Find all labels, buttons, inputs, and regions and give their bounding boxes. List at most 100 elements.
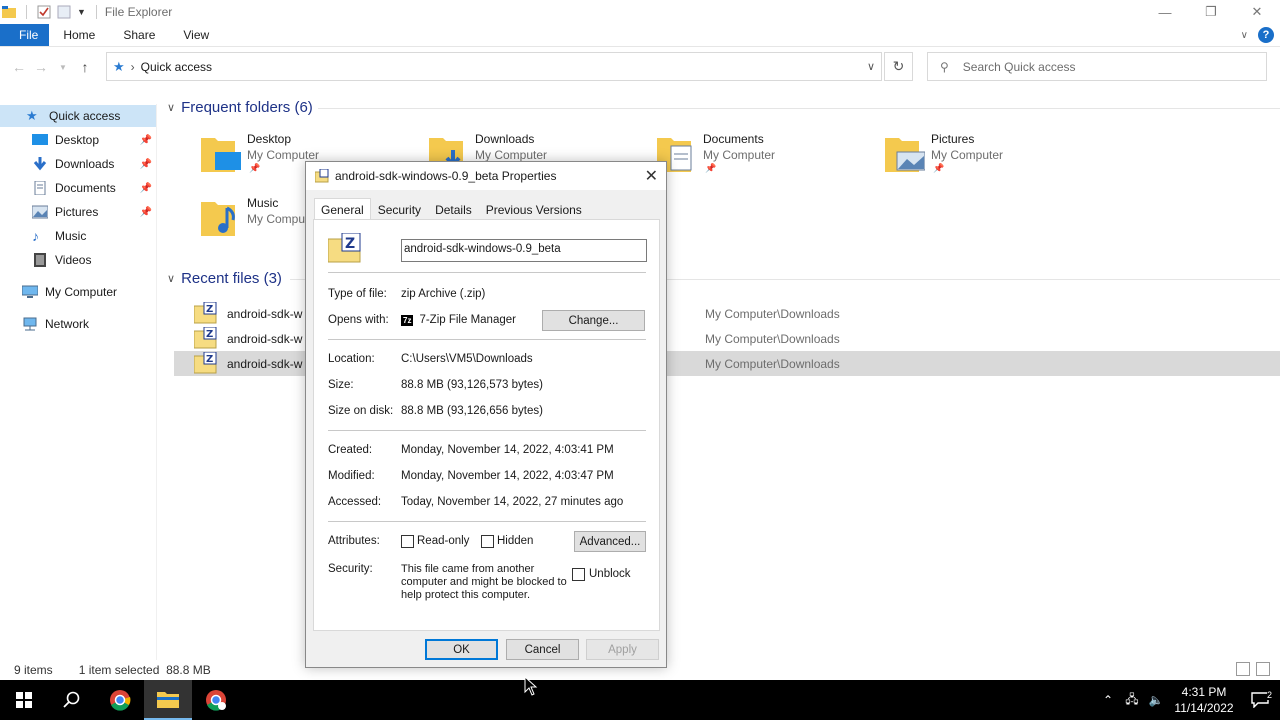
sidebar-item-pictures[interactable]: Pictures 📌 [0, 201, 156, 223]
opens-with-value: 7z 7-Zip File Manager [401, 314, 516, 326]
minimize-icon[interactable]: — [1142, 0, 1188, 24]
pin-icon[interactable]: 📌 [140, 135, 152, 146]
chevron-down-icon[interactable]: ∨ [167, 272, 175, 285]
pictures-icon [32, 205, 48, 219]
security-text-line-1: This file came from another [401, 563, 535, 575]
customize-toolbar-icon[interactable]: ▼ [77, 7, 86, 17]
time: 4:31 PM [1181, 685, 1227, 699]
tab-share[interactable]: Share [109, 24, 169, 46]
frequent-folders-header[interactable]: ∨ Frequent folders (6) [167, 99, 313, 116]
volume-icon[interactable]: 🔈 [1144, 693, 1168, 707]
large-icons-view-icon[interactable] [1256, 662, 1270, 676]
network-icon[interactable]: 🖧 [1120, 690, 1144, 711]
chevron-down-icon[interactable]: ∨ [167, 101, 175, 114]
tab-security[interactable]: Security [371, 198, 428, 220]
divider [328, 272, 646, 273]
close-icon[interactable]: ✕ [1234, 0, 1280, 24]
svg-text:Z: Z [206, 354, 213, 365]
desktop-icon [32, 134, 48, 145]
hidden-label[interactable]: Hidden [497, 535, 533, 547]
sidebar-item-downloads[interactable]: Downloads 📌 [0, 153, 156, 175]
change-button[interactable]: Change... [542, 310, 645, 331]
read-only-label[interactable]: Read-only [417, 535, 469, 547]
section-title: Frequent folders (6) [181, 99, 313, 116]
unblock-label[interactable]: Unblock [589, 568, 631, 580]
file-path: My Computer\Downloads [705, 306, 840, 321]
up-icon[interactable]: ↑ [74, 59, 96, 75]
new-folder-icon[interactable] [57, 5, 71, 19]
dialog-tabs: General Security Details Previous Versio… [314, 198, 589, 220]
maximize-icon[interactable]: ❐ [1188, 0, 1234, 24]
dialog-title-bar[interactable]: android-sdk-windows-0.9_beta Properties … [306, 162, 666, 190]
folder-tile-documents[interactable]: Documents My Computer 📌 [657, 132, 857, 182]
start-button[interactable] [0, 680, 48, 720]
expand-ribbon-icon[interactable]: ∨ [1241, 30, 1248, 41]
search-taskbar-button[interactable] [48, 680, 96, 720]
tab-previous-versions[interactable]: Previous Versions [479, 198, 589, 220]
advanced-button[interactable]: Advanced... [574, 531, 646, 552]
cancel-button[interactable]: Cancel [506, 639, 579, 660]
apply-button[interactable]: Apply [586, 639, 659, 660]
pin-icon[interactable]: 📌 [140, 159, 152, 170]
navigation-bar: ← → ▼ ↑ ★ › Quick access ∨ ↻ ⚲ Search Qu… [0, 48, 1280, 86]
tab-view[interactable]: View [169, 24, 223, 46]
recent-locations-icon[interactable]: ▼ [52, 63, 74, 72]
location-value: C:\Users\VM5\Downloads [401, 353, 533, 365]
folder-location: My Computer [475, 148, 548, 162]
sidebar-item-label: Videos [55, 253, 92, 267]
zip-file-large-icon: Z [328, 233, 361, 263]
sidebar-item-music[interactable]: ♪ Music [0, 225, 156, 247]
toolbar-divider [95, 5, 97, 19]
chrome-profile-taskbar-button[interactable] [192, 680, 240, 720]
read-only-checkbox[interactable] [401, 535, 414, 548]
general-panel: Z android-sdk-windows-0.9_beta Type of f… [313, 219, 660, 631]
show-hidden-icons-icon[interactable]: ⌃ [1096, 693, 1120, 707]
hidden-checkbox[interactable] [481, 535, 494, 548]
pin-icon: 📌 [705, 163, 717, 173]
ok-button[interactable]: OK [425, 639, 498, 660]
modified-value: Monday, November 14, 2022, 4:03:47 PM [401, 470, 614, 482]
back-icon[interactable]: ← [8, 59, 30, 75]
notification-count: 2 [1266, 690, 1272, 700]
pane-divider[interactable] [156, 104, 157, 660]
accessed-label: Accessed: [328, 496, 382, 508]
details-view-icon[interactable] [1236, 662, 1250, 676]
selection-info: 1 item selected 88.8 MB [78, 663, 211, 677]
address-bar[interactable]: ★ › Quick access ∨ [106, 52, 882, 81]
tab-file[interactable]: File [0, 24, 50, 46]
refresh-icon[interactable]: ↻ [884, 52, 913, 81]
address-dropdown-icon[interactable]: ∨ [867, 60, 875, 73]
sidebar-item-desktop[interactable]: Desktop 📌 [0, 129, 156, 151]
search-placeholder: Search Quick access [962, 59, 1076, 74]
section-title: Recent files (3) [181, 270, 282, 287]
file-name: android-sdk-w [227, 331, 303, 346]
pin-icon[interactable]: 📌 [140, 207, 152, 218]
sidebar-item-quick-access[interactable]: ★ Quick access [0, 105, 156, 127]
unblock-checkbox[interactable] [572, 568, 585, 581]
pin-icon[interactable]: 📌 [140, 183, 152, 194]
tab-details[interactable]: Details [428, 198, 479, 220]
sidebar-item-videos[interactable]: Videos [0, 249, 156, 271]
search-input[interactable]: ⚲ Search Quick access [927, 52, 1267, 81]
notification-center[interactable]: 2 [1240, 690, 1280, 708]
tab-general[interactable]: General [314, 198, 371, 220]
divider [328, 521, 646, 522]
close-icon[interactable]: ✕ [645, 166, 658, 186]
clock[interactable]: 4:31 PM 11/14/2022 [1168, 684, 1240, 716]
sidebar-item-my-computer[interactable]: My Computer [0, 281, 156, 303]
explorer-icon[interactable] [2, 5, 16, 19]
properties-icon[interactable] [37, 5, 51, 19]
sidebar-item-documents[interactable]: Documents 📌 [0, 177, 156, 199]
chrome-taskbar-button[interactable] [96, 680, 144, 720]
help-icon[interactable]: ? [1258, 27, 1274, 43]
tab-home[interactable]: Home [49, 24, 109, 46]
file-explorer-taskbar-button[interactable] [144, 680, 192, 720]
forward-icon[interactable]: → [30, 59, 52, 75]
breadcrumb[interactable]: Quick access [141, 60, 212, 74]
star-icon: ★ [113, 58, 125, 74]
sidebar-item-network[interactable]: Network [0, 313, 156, 335]
file-name-field[interactable]: android-sdk-windows-0.9_beta [401, 239, 647, 262]
recent-files-header[interactable]: ∨ Recent files (3) [167, 270, 282, 287]
folder-location: My Computer [931, 148, 1004, 162]
folder-tile-pictures[interactable]: Pictures My Computer 📌 [885, 132, 1085, 182]
